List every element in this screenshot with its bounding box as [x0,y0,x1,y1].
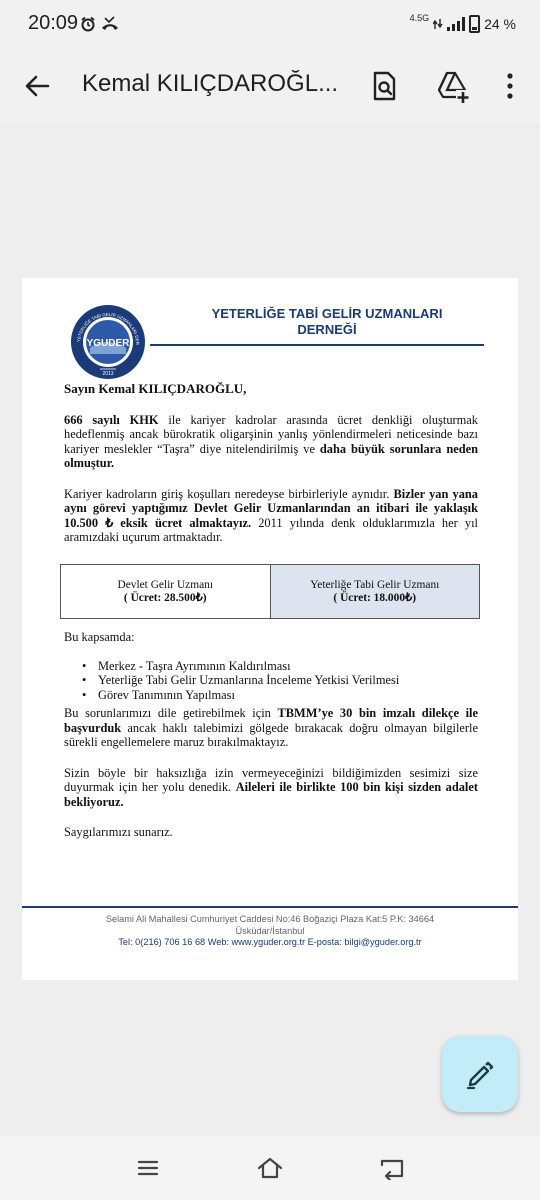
salary-cell-title: Devlet Gelir Uzmanı [117,578,214,591]
recent-apps-icon[interactable] [134,1156,162,1180]
letterhead-title-line2: DERNEĞİ [297,322,357,337]
salary-cell-dgu: Devlet Gelir Uzmanı ( Ücret: 28.500₺) [61,565,270,618]
yguder-logo: YGUDER 2013 YETERLİĞE TABİ GELİR UZMANLA… [70,304,145,379]
p4-text-2: ancak haklı talebimizi gölgede bırakacak… [64,720,478,750]
battery-percent: 24 % [484,16,516,32]
network-type: 4.5G [409,13,430,23]
document-search-icon[interactable] [366,68,402,104]
status-bar: 20:09 4.5G 24 % [0,0,540,48]
letter-footer: Selami Ali Mahallesi Cumhuriyet Caddesi … [42,914,498,949]
salary-cell-ytgu: Yeterliğe Tabi Gelir Uzmanı ( Ücret: 18.… [269,565,479,618]
list-item: Merkez - Taşra Ayrımının Kaldırılması [82,659,478,674]
p4-text-1: Bu sorunlarımızı dile getirebilmek için [64,706,278,720]
status-time: 20:09 [28,12,79,34]
salary-cell-title: Yeterliğe Tabi Gelir Uzmanı [310,578,440,591]
letterhead-title-line1: YETERLİĞE TABİ GELİR UZMANLARI [211,306,443,321]
demands-list: Merkez - Taşra Ayrımının Kaldırılması Ye… [82,659,478,703]
footer-address-1: Selami Ali Mahallesi Cumhuriyet Caddesi … [105,914,435,924]
list-item: Yeterliğe Tabi Gelir Uzmanlarına İncelem… [82,673,478,688]
paragraph-4: Bu sorunlarımızı dile getirebilmek için … [64,706,478,750]
pdf-viewer[interactable]: YGUDER 2013 YETERLİĞE TABİ GELİR UZMANLA… [0,124,540,1136]
svg-text:2013: 2013 [102,371,113,377]
footer-address-2: Üsküdar/İstanbul [235,925,305,936]
home-icon[interactable] [256,1156,284,1180]
paragraph-3: Bu kapsamda: [64,630,135,644]
salary-comparison-table: Devlet Gelir Uzmanı ( Ücret: 28.500₺) Ye… [60,564,480,619]
svg-text:YGUDER: YGUDER [87,338,131,349]
letterhead-divider [150,344,484,346]
edit-pen-icon [466,1061,494,1090]
salary-cell-value: ( Ücret: 18.000₺) [333,591,417,604]
battery-icon [469,15,481,33]
p2-text-1: Kariyer kadroların giriş koşulları nered… [64,486,394,501]
pdf-page: YGUDER 2013 YETERLİĞE TABİ GELİR UZMANLA… [22,278,518,980]
system-nav-bar [0,1136,540,1200]
paragraph-1: 666 sayılı KHK ile kariyer kadrolar aras… [64,413,478,471]
footer-contact: Tel: 0(216) 706 16 68 Web: www.yguder.or… [118,937,422,947]
document-title: Kemal KILIÇDAROĞL... [82,70,339,97]
letterhead-title: YETERLİĞE TABİ GELİR UZMANLARI DERNEĞİ [162,306,492,338]
p1-bold-1: 666 sayılı KHK [64,412,159,427]
footer-divider [22,906,518,908]
alarm-icon [81,16,95,32]
data-arrows-icon [433,19,443,29]
status-indicators: 4.5G 24 % [410,12,516,36]
salary-cell-value: ( Ücret: 28.500₺) [123,591,207,604]
list-item: Görev Tanımının Yapılması [82,688,478,703]
missed-call-icon [102,16,118,30]
arrow-back-icon[interactable] [20,68,56,104]
edit-fab-button[interactable] [442,1036,518,1112]
letter-closing: Saygılarımızı sunarız. [64,825,173,839]
paragraph-2: Kariyer kadroların giriş koşulları nered… [64,487,478,545]
letter-body-continued: Bu kapsamda: Merkez - Taşra Ayrımının Ka… [64,630,478,840]
signal-icon [447,17,466,31]
letter-body: Sayın Kemal KILIÇDAROĞLU, 666 sayılı KHK… [64,381,478,561]
more-vert-icon[interactable] [492,68,528,104]
back-nav-icon[interactable] [378,1156,406,1180]
app-bar: Kemal KILIÇDAROĞL... [0,48,540,124]
drive-add-icon[interactable] [434,68,470,104]
paragraph-5: Sizin böyle bir haksızlığa izin vermeyec… [64,766,478,810]
letter-greeting: Sayın Kemal KILIÇDAROĞLU, [64,381,247,396]
